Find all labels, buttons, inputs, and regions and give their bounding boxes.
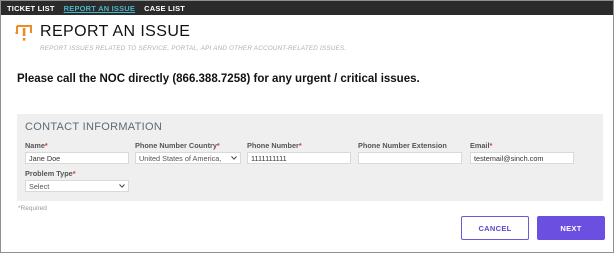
nav-ticket-list[interactable]: TICKET LIST — [7, 4, 55, 13]
section-title: CONTACT INFORMATION — [25, 121, 163, 133]
email-label: Email* — [470, 141, 493, 150]
required-note: *Required — [18, 205, 47, 212]
name-input[interactable]: Jane Doe — [25, 152, 129, 164]
page-subtitle: REPORT ISSUES RELATED TO SERVICE, PORTAL… — [40, 45, 347, 52]
header-text: REPORT AN ISSUE REPORT ISSUES RELATED TO… — [40, 23, 346, 52]
name-label: Name* — [25, 141, 48, 150]
phone-extension-input[interactable] — [358, 152, 462, 164]
phone-number-field-group: Phone Number* 1111111111 — [247, 141, 351, 164]
nav-case-list[interactable]: CASE LIST — [144, 4, 185, 13]
top-navigation: TICKET LIST REPORT AN ISSUE CASE LIST — [1, 1, 613, 15]
problem-type-select[interactable]: Select — [25, 180, 129, 192]
problem-type-field-group: Problem Type* Select — [25, 169, 129, 192]
phone-country-field-group: Phone Number Country* United States of A… — [135, 141, 241, 164]
contact-information-panel: CONTACT INFORMATION Name* Jane Doe Phone… — [17, 114, 603, 201]
phone-country-select[interactable]: United States of America, — [135, 152, 241, 164]
chevron-down-icon — [231, 156, 237, 160]
report-issue-page: TICKET LIST REPORT AN ISSUE CASE LIST RE… — [0, 0, 614, 253]
page-title: REPORT AN ISSUE — [40, 23, 191, 40]
alert-exclamation-icon — [15, 25, 32, 41]
phone-extension-field-group: Phone Number Extension — [358, 141, 462, 164]
phone-number-input[interactable]: 1111111111 — [247, 152, 351, 164]
chevron-down-icon — [119, 184, 125, 188]
phone-extension-label: Phone Number Extension — [358, 141, 447, 150]
cancel-button[interactable]: CANCEL — [461, 216, 529, 240]
email-field-group: Email* testemail@sinch.com — [470, 141, 574, 164]
problem-type-label: Problem Type* — [25, 169, 76, 178]
phone-number-label: Phone Number* — [247, 141, 302, 150]
next-button[interactable]: NEXT — [537, 216, 605, 240]
noc-notice: Please call the NOC directly (866.388.72… — [17, 73, 420, 85]
name-field-group: Name* Jane Doe — [25, 141, 129, 164]
nav-report-an-issue[interactable]: REPORT AN ISSUE — [64, 4, 135, 13]
page-header: REPORT AN ISSUE REPORT ISSUES RELATED TO… — [15, 23, 346, 52]
phone-country-label: Phone Number Country* — [135, 141, 220, 150]
email-input[interactable]: testemail@sinch.com — [470, 152, 574, 164]
